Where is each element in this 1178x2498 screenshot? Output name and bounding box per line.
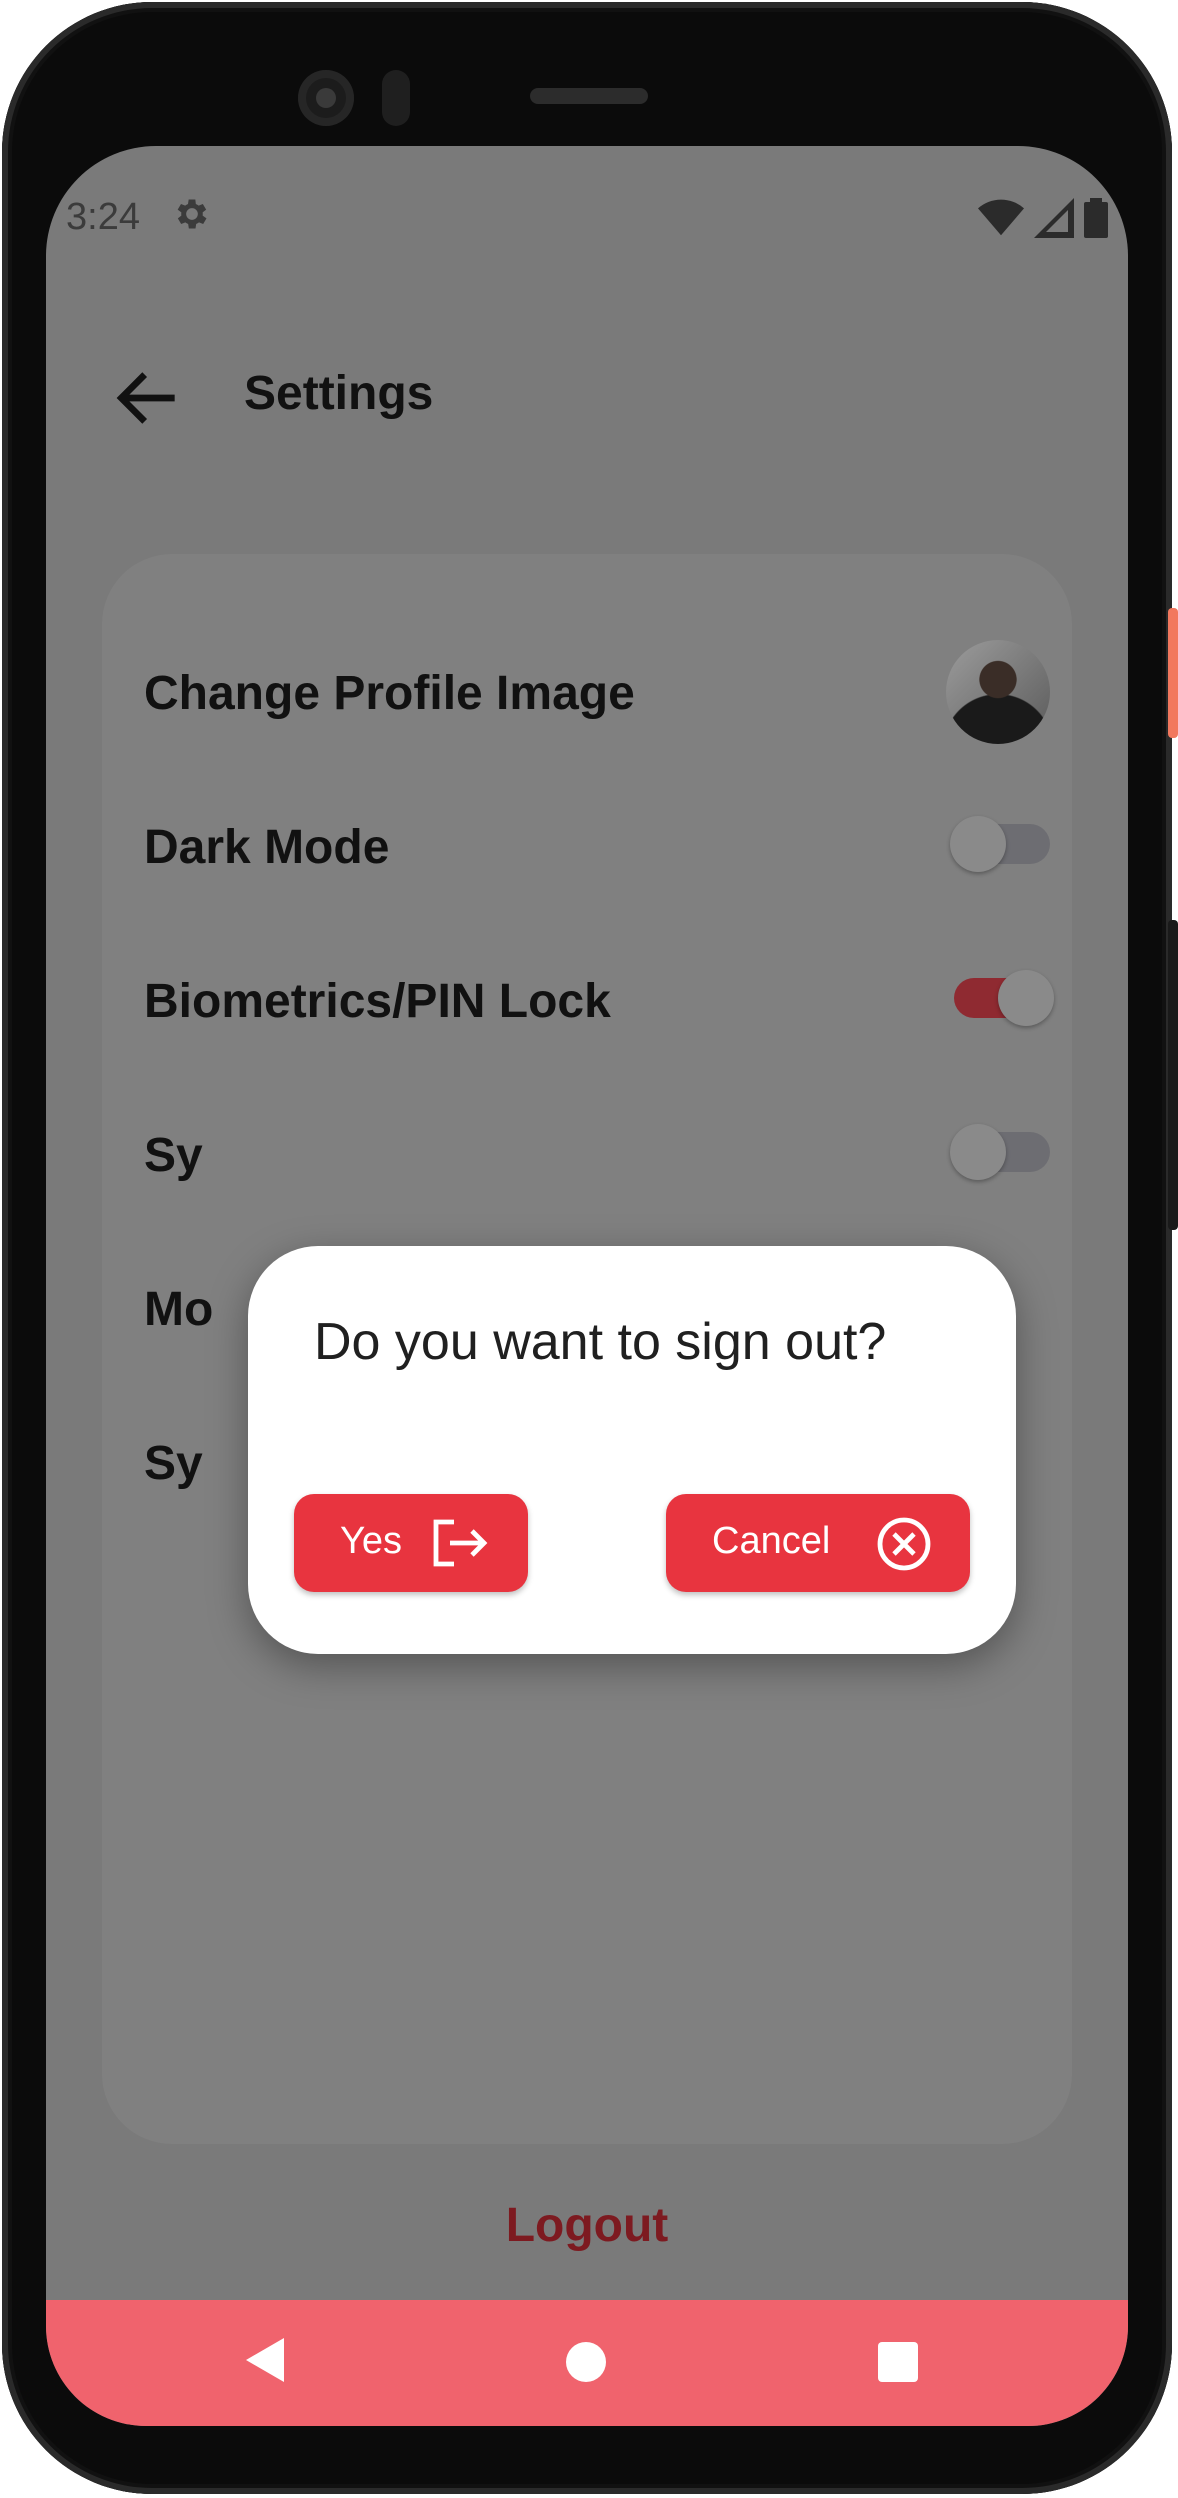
battery-icon <box>1084 198 1108 238</box>
status-time: 3:24 <box>66 196 140 238</box>
settings-row-sync[interactable]: Sy <box>144 1128 203 1183</box>
logout-button[interactable]: Logout <box>46 2198 1128 2253</box>
toggle-knob <box>950 816 1006 872</box>
cancel-button[interactable]: Cancel <box>666 1494 970 1592</box>
cancel-button-label: Cancel <box>712 1520 831 1562</box>
back-arrow-icon[interactable] <box>108 358 188 438</box>
nav-recents-icon[interactable] <box>878 2342 918 2382</box>
front-camera <box>298 70 354 126</box>
yes-button-label: Yes <box>340 1520 402 1562</box>
settings-row-more[interactable]: Mo <box>144 1282 213 1337</box>
logout-icon <box>433 1519 488 1567</box>
dialog-message: Do you want to sign out? <box>314 1313 887 1371</box>
toggle-knob <box>998 970 1054 1026</box>
status-icons <box>978 198 1108 238</box>
volume-buttons <box>1168 920 1178 1230</box>
dark-mode-toggle[interactable] <box>950 816 1050 872</box>
settings-row-dark-mode: Dark Mode <box>144 821 390 874</box>
earpiece-speaker <box>530 88 648 104</box>
nav-home-icon[interactable] <box>566 2342 606 2382</box>
power-button <box>1168 608 1178 738</box>
yes-button[interactable]: Yes <box>294 1494 528 1592</box>
toggle-knob <box>950 1124 1006 1180</box>
proximity-sensor <box>382 70 410 126</box>
sync-toggle[interactable] <box>950 1124 1050 1180</box>
settings-gear-icon <box>177 199 207 229</box>
nav-back-icon[interactable] <box>246 2338 284 2382</box>
sign-out-dialog: Do you want to sign out? Yes Cancel <box>248 1246 1016 1654</box>
system-nav-bar <box>46 2300 1128 2426</box>
settings-row-sync-2[interactable]: Sy <box>144 1436 203 1491</box>
cancel-circle-icon <box>877 1517 931 1571</box>
profile-avatar[interactable] <box>946 640 1050 744</box>
biometrics-pin-lock-toggle[interactable] <box>954 970 1054 1026</box>
settings-row-biometrics-pin-lock: Biometrics/PIN Lock <box>144 975 611 1028</box>
settings-row-change-profile-image[interactable]: Change Profile Image <box>144 666 635 721</box>
app-screen: 3:24 Settings Change Profile Image Dark … <box>46 146 1128 2426</box>
wifi-icon <box>978 199 1024 236</box>
page-title: Settings <box>244 367 434 420</box>
cell-signal-icon <box>1034 198 1074 238</box>
